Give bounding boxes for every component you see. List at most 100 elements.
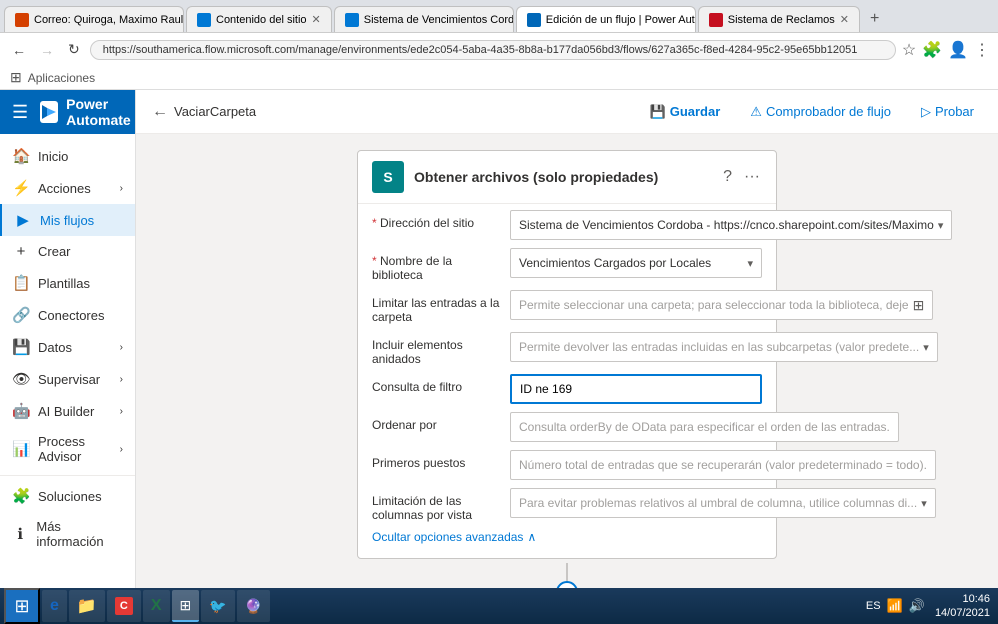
back-button[interactable]: ← [8,40,30,60]
taskbar-ie-button[interactable]: e [42,590,67,622]
datos-chevron-icon: › [120,342,123,353]
input-incluir-anidados[interactable]: Permite devolver las entradas incluidas … [510,332,938,362]
tab-label-reclamos: Sistema de Reclamos [728,14,835,26]
advanced-link-text: Ocultar opciones avanzadas [372,530,523,544]
power-automate-logo-icon [40,103,58,121]
tab-favicon-contenido [197,13,211,27]
tab-contenido[interactable]: Contenido del sitio ✕ [186,6,332,32]
app-shell: ☰ Power Automate 🏠 Inicio ⚡ Acciones › ▶ [0,90,998,624]
taskbar-excel-button[interactable]: X [143,590,170,622]
back-navigation[interactable]: ← VaciarCarpeta [152,103,256,121]
save-button[interactable]: 💾 Guardar [642,100,729,124]
taskbar-explorer-button[interactable]: 📁 [69,590,105,622]
sidebar-item-inicio[interactable]: 🏠 Inicio [0,140,135,172]
tab-favicon-reclamos [709,13,723,27]
nombre-biblioteca-dropdown-icon: ▾ [747,257,753,270]
input-limitar-entradas[interactable]: Permite seleccionar una carpeta; para se… [510,290,933,320]
card1-actions: ? ··· [721,166,762,188]
sidebar-item-ai-builder[interactable]: 🤖 AI Builder › [0,395,135,427]
tab-label-correo: Correo: Quiroga, Maximo Raul -... [34,14,184,26]
card1-more-button[interactable]: ··· [742,166,762,188]
sidebar-item-mis-flujos[interactable]: ▶ Mis flujos [0,204,135,236]
sidebar-item-mas-info[interactable]: ℹ Más información [0,512,135,556]
taskbar-app2-button[interactable]: 🐦 [201,590,234,622]
back-arrow-icon: ← [152,103,168,121]
sidebar-item-datos[interactable]: 💾 Datos › [0,331,135,363]
input-ordenar-por[interactable]: Consulta orderBy de OData para especific… [510,412,899,442]
new-tab-button[interactable]: + [862,6,887,32]
value-limitar-entradas: Permite seleccionar una carpeta; para se… [510,290,933,320]
input-primeros-puestos[interactable]: Número total de entradas que se recupera… [510,450,936,480]
save-icon: 💾 [650,104,666,120]
sidebar-label-datos: Datos [38,340,72,355]
toolbar-icons: ☆ 🧩 👤 ⋮ [902,40,990,60]
limitar-entradas-icon[interactable]: ⊞ [913,297,925,314]
tab-close-contenido[interactable]: ✕ [312,13,321,26]
sidebar-divider [0,475,135,476]
flows-icon: ▶ [14,211,32,229]
tab-label-contenido: Contenido del sitio [216,14,307,26]
value-primeros-puestos: Número total de entradas que se recupera… [510,450,936,480]
sidebar-item-soluciones[interactable]: 🧩 Soluciones [0,480,135,512]
process-icon: 📊 [12,440,30,458]
input-direccion-sitio[interactable]: Sistema de Vencimientos Cordoba - https:… [510,210,952,240]
sidebar-item-acciones[interactable]: ⚡ Acciones › [0,172,135,204]
sidebar-label-inicio: Inicio [38,149,68,164]
value-limitacion-columnas: Para evitar problemas relativos al umbra… [510,488,936,518]
value-incluir-anidados: Permite devolver las entradas incluidas … [510,332,938,362]
browser-menu-button[interactable]: ⋮ [974,40,990,60]
sidebar-item-process-advisor[interactable]: 📊 Process Advisor › [0,427,135,471]
ordenar-por-placeholder: Consulta orderBy de OData para especific… [519,420,890,434]
taskbar-cnco-button[interactable]: C [107,590,141,622]
app3-icon: 🔮 [245,598,262,615]
top-bar-actions: 💾 Guardar ⚠ Comprobador de flujo ▷ Proba… [642,100,982,124]
input-limitacion-columnas[interactable]: Para evitar problemas relativos al umbra… [510,488,936,518]
apps-bar-label: Aplicaciones [28,71,95,85]
sidebar-label-crear: Crear [38,244,71,259]
ai-chevron-icon: › [120,406,123,417]
date-display: 14/07/2021 [935,606,990,620]
bookmark-button[interactable]: ☆ [902,40,916,60]
test-button[interactable]: ▷ Probar [913,100,982,124]
tab-correo[interactable]: Correo: Quiroga, Maximo Raul -... ✕ [4,6,184,32]
test-label: Probar [935,104,974,119]
label-direccion-sitio: Dirección del sitio [372,210,502,230]
reload-button[interactable]: ↻ [64,39,84,60]
acciones-chevron-icon: › [120,183,123,194]
input-consulta-filtro[interactable] [510,374,762,404]
start-button[interactable]: ⊞ [4,588,40,624]
sidebar-item-conectores[interactable]: 🔗 Conectores [0,299,135,331]
flow-checker-button[interactable]: ⚠ Comprobador de flujo [742,100,899,124]
main-content: ← VaciarCarpeta 💾 Guardar ⚠ Comprobador … [136,90,998,624]
card1-body: Dirección del sitio Sistema de Vencimien… [358,203,776,558]
hamburger-button[interactable]: ☰ [8,98,32,127]
taskbar-pa-button[interactable]: ⊞ [172,590,200,622]
systray-lang: ES [866,600,881,612]
tab-close-reclamos[interactable]: ✕ [840,13,849,26]
card1-header[interactable]: S Obtener archivos (solo propiedades) ? … [358,151,776,203]
home-icon: 🏠 [12,147,30,165]
tab-sistema-venc[interactable]: Sistema de Vencimientos Cordo... ✕ [334,6,514,32]
sidebar-item-supervisar[interactable]: 👁 Supervisar › [0,363,135,395]
advanced-options-link[interactable]: Ocultar opciones avanzadas ∧ [372,530,762,544]
address-input[interactable] [90,40,896,60]
tab-power-automate[interactable]: Edición de un flujo | Power Auto... ✕ [516,6,696,32]
field-row-primeros-puestos: Primeros puestos Número total de entrada… [372,450,762,480]
sidebar-item-crear[interactable]: + Crear [0,236,135,267]
input-nombre-biblioteca[interactable]: Vencimientos Cargados por Locales ▾ [510,248,762,278]
apps-grid-icon[interactable]: ⊞ [10,69,22,86]
forward-button[interactable]: → [36,40,58,60]
consulta-filtro-input[interactable] [520,382,752,396]
incluir-anidados-placeholder: Permite devolver las entradas incluidas … [519,340,919,354]
extensions-button[interactable]: 🧩 [922,40,942,60]
sidebar-label-supervisar: Supervisar [38,372,100,387]
sidebar-item-plantillas[interactable]: 📋 Plantillas [0,267,135,299]
profile-button[interactable]: 👤 [948,40,968,60]
label-primeros-puestos: Primeros puestos [372,450,502,470]
field-row-direccion-sitio: Dirección del sitio Sistema de Vencimien… [372,210,762,240]
sidebar-header[interactable]: ☰ Power Automate [0,90,135,134]
card-obtener-archivos: S Obtener archivos (solo propiedades) ? … [357,150,777,559]
tab-reclamos[interactable]: Sistema de Reclamos ✕ [698,6,860,32]
card1-help-button[interactable]: ? [721,166,734,188]
taskbar-app3-button[interactable]: 🔮 [237,590,270,622]
